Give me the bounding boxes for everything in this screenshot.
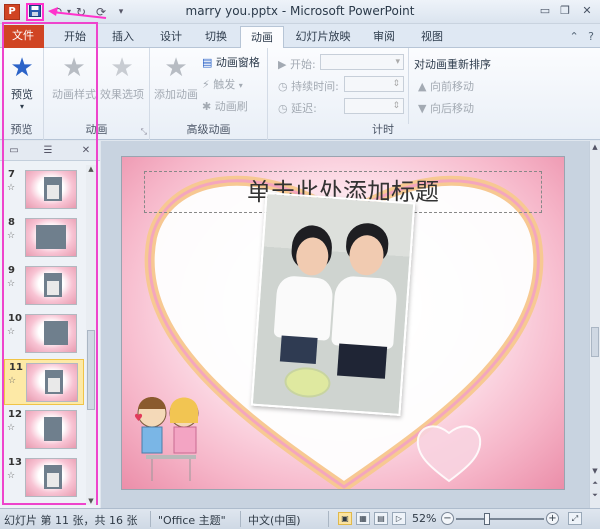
scroll-up-icon[interactable]: ▲ bbox=[86, 165, 96, 173]
thumbnail-slide-12[interactable]: 12 ☆ bbox=[4, 407, 84, 453]
thumbnail-slide-8[interactable]: 8 ☆ bbox=[4, 215, 84, 261]
move-earlier-button[interactable]: ▲ 向前移动 bbox=[418, 78, 474, 94]
duration-spinner[interactable]: ⇕ bbox=[344, 76, 404, 92]
thumbnail-slide-7[interactable]: 7 ☆ bbox=[4, 167, 84, 213]
tab-insert[interactable]: 插入 bbox=[100, 26, 146, 48]
animation-painter-button[interactable]: ✱ 动画刷 bbox=[202, 98, 248, 114]
slide-thumbnail-image bbox=[25, 458, 77, 497]
thumbnail-list: 7 ☆ 8 ☆ 9 ☆ 10 ☆ 11 ☆ 12 ☆ 13 ☆ bbox=[4, 165, 86, 505]
help-icons: ⌃ ? bbox=[569, 30, 594, 43]
slide-thumbnail-image bbox=[25, 314, 77, 353]
group-timing-label: 计时 bbox=[372, 123, 394, 136]
small-heart-graphic bbox=[416, 425, 482, 483]
effect-options-button[interactable]: ★ 效果选项 bbox=[98, 54, 146, 102]
tab-design[interactable]: 设计 bbox=[148, 26, 194, 48]
delay-label: ◷ 延迟: bbox=[278, 102, 317, 115]
zoom-slider[interactable] bbox=[456, 518, 544, 520]
reading-view-icon[interactable]: ▤ bbox=[374, 512, 388, 525]
tab-view[interactable]: 视图 bbox=[410, 26, 454, 48]
slide-sorter-icon[interactable]: ▦ bbox=[356, 512, 370, 525]
animation-star-icon: ☆ bbox=[8, 376, 17, 386]
scrollbar-thumb[interactable] bbox=[87, 330, 95, 410]
reorder-title: 对动画重新排序 bbox=[414, 58, 491, 71]
group-advanced-label: 高级动画 bbox=[186, 123, 231, 136]
start-icon: ▶ bbox=[278, 58, 287, 71]
slide-thumbnail-image bbox=[25, 170, 77, 209]
slide-counter: 幻灯片 第 11 张，共 16 张 bbox=[4, 514, 138, 527]
slide-thumbnail-image bbox=[25, 266, 77, 305]
clock-icon: ◷ bbox=[278, 80, 288, 93]
window-title: marry you.pptx - Microsoft PowerPoint bbox=[185, 4, 415, 18]
animation-star-icon: ☆ bbox=[7, 183, 16, 193]
delay-icon: ◷ bbox=[278, 102, 288, 115]
tab-review[interactable]: 审阅 bbox=[362, 26, 406, 48]
animation-star-icon: ☆ bbox=[7, 471, 16, 481]
slide-scrollbar[interactable]: ▲ ▼ ⏶ ⏷ bbox=[589, 141, 600, 508]
animation-pane-button[interactable]: ▤ 动画窗格 bbox=[202, 54, 260, 70]
couple-photo[interactable] bbox=[250, 192, 416, 416]
slide-editing-area: 单击此处添加标题 ♥ bbox=[101, 141, 589, 508]
start-label: ▶ 开始: bbox=[278, 58, 316, 71]
help-icon[interactable]: ? bbox=[588, 30, 594, 43]
thumbnail-slide-13[interactable]: 13 ☆ bbox=[4, 455, 84, 501]
next-slide-icon[interactable]: ⏷ bbox=[590, 491, 600, 500]
restore-icon[interactable]: ❐ bbox=[556, 4, 574, 20]
thumbnail-list-wrap: 7 ☆ 8 ☆ 9 ☆ 10 ☆ 11 ☆ 12 ☆ 13 ☆ ▲ ▼ bbox=[4, 165, 96, 505]
thumbnail-slide-9[interactable]: 9 ☆ bbox=[4, 263, 84, 309]
zoom-in-icon[interactable]: + bbox=[546, 512, 559, 525]
group-timing: ▶ 开始: ▾ ◷ 持续时间: ⇕ ◷ 延迟: ⇕ 对动画重新排序 ▲ 向前移动… bbox=[268, 48, 498, 140]
close-icon[interactable]: ✕ bbox=[578, 4, 596, 20]
animation-star-icon: ☆ bbox=[7, 231, 16, 241]
thumbnail-slide-11[interactable]: 11 ☆ bbox=[4, 359, 84, 405]
effect-star-icon: ★ bbox=[110, 53, 134, 83]
tab-slideshow[interactable]: 幻灯片放映 bbox=[290, 26, 356, 48]
scrollbar-thumb[interactable] bbox=[591, 327, 599, 357]
tab-animations[interactable]: 动画 bbox=[240, 26, 284, 49]
delay-spinner[interactable]: ⇕ bbox=[344, 98, 404, 114]
dialog-launcher-icon[interactable]: ⤡ bbox=[141, 127, 147, 137]
previous-slide-icon[interactable]: ⏶ bbox=[590, 479, 600, 488]
animation-star-icon: ☆ bbox=[7, 423, 16, 433]
slide-thumbnail-image bbox=[26, 363, 78, 402]
slide-canvas[interactable]: 单击此处添加标题 ♥ bbox=[121, 156, 565, 490]
collapse-ribbon-icon[interactable]: ⌃ bbox=[569, 30, 578, 43]
up-triangle-icon: ▲ bbox=[418, 80, 427, 93]
down-triangle-icon: ▼ bbox=[418, 102, 427, 115]
animation-star-icon: ☆ bbox=[7, 279, 16, 289]
duration-label: ◷ 持续时间: bbox=[278, 80, 339, 93]
add-animation-icon: ★ bbox=[164, 53, 188, 83]
svg-text:♥: ♥ bbox=[134, 413, 143, 424]
trigger-button[interactable]: ⚡ 触发 ▾ bbox=[202, 76, 243, 92]
start-combobox[interactable]: ▾ bbox=[320, 54, 404, 70]
animation-painter-icon: ✱ bbox=[202, 100, 212, 113]
timing-divider bbox=[408, 48, 409, 124]
slide-thumbnail-image bbox=[25, 218, 77, 257]
normal-view-icon[interactable]: ▣ bbox=[338, 512, 352, 525]
tab-transitions[interactable]: 切换 bbox=[194, 26, 238, 48]
zoom-level[interactable]: 52% bbox=[412, 512, 436, 525]
theme-name: "Office 主题" bbox=[158, 514, 226, 527]
move-later-button[interactable]: ▼ 向后移动 bbox=[418, 100, 474, 116]
thumbnail-scrollbar[interactable]: ▲ ▼ bbox=[86, 165, 96, 505]
scroll-down-icon[interactable]: ▼ bbox=[86, 497, 96, 505]
animation-star-icon: ☆ bbox=[7, 327, 16, 337]
minimize-icon[interactable]: ▭ bbox=[536, 4, 554, 20]
trigger-icon: ⚡ bbox=[202, 78, 210, 91]
thumbnail-slide-10[interactable]: 10 ☆ bbox=[4, 311, 84, 357]
animation-pane-icon: ▤ bbox=[202, 56, 213, 69]
zoom-slider-thumb[interactable] bbox=[484, 513, 490, 525]
fit-to-window-icon[interactable]: ⤢ bbox=[568, 512, 582, 525]
zoom-out-icon[interactable]: − bbox=[441, 512, 454, 525]
add-animation-button[interactable]: ★ 添加动画 bbox=[152, 54, 200, 102]
slideshow-view-icon[interactable]: ▷ bbox=[392, 512, 406, 525]
language-indicator[interactable]: 中文(中国) bbox=[248, 512, 301, 528]
slide-thumbnail-image bbox=[25, 410, 77, 449]
cartoon-couple-graphic: ♥ bbox=[134, 397, 199, 481]
group-advanced-animation: ★ 添加动画 ▤ 动画窗格 ⚡ 触发 ▾ ✱ 动画刷 高级动画 bbox=[150, 48, 268, 140]
scroll-up-icon[interactable]: ▲ bbox=[590, 143, 600, 151]
title-bar: P ↶ ▾ ↻ ⟳ ▾ marry you.pptx - Microsoft P… bbox=[0, 0, 600, 24]
status-bar: 幻灯片 第 11 张，共 16 张 "Office 主题" 中文(中国) ▣ ▦… bbox=[0, 508, 600, 529]
scroll-down-icon[interactable]: ▼ bbox=[590, 467, 600, 475]
